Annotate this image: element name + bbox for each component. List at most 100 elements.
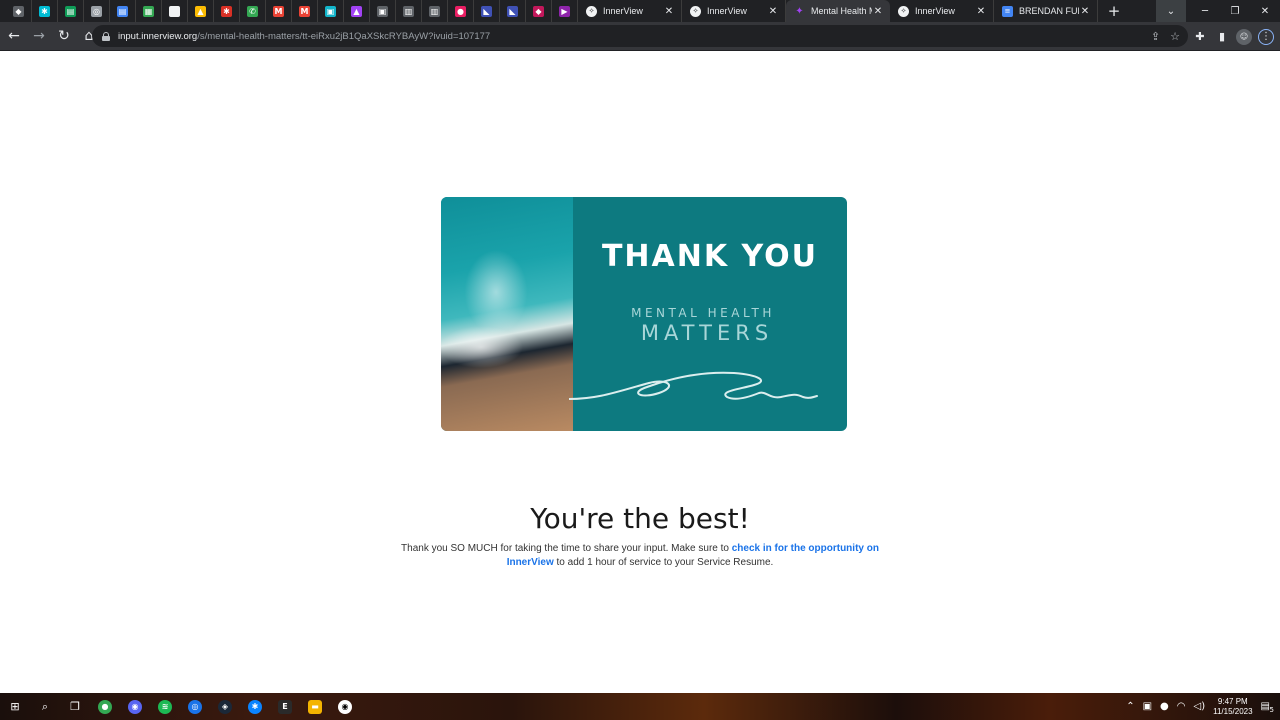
pinned-tab[interactable] xyxy=(162,0,188,22)
pinned-tab[interactable]: ▤ xyxy=(110,0,136,22)
bird-icon: ◣ xyxy=(507,5,518,17)
pinned-tab[interactable]: ◎ xyxy=(84,0,110,22)
tab-title: Mental Health M xyxy=(811,6,872,16)
gmail-icon: M xyxy=(299,5,310,17)
docs-icon: ▤ xyxy=(117,5,128,17)
volume-icon[interactable]: ◁) xyxy=(1194,701,1206,712)
tab-innerview[interactable]: ✧ InnerView ✕ xyxy=(890,0,994,22)
tab-close-icon[interactable]: ✕ xyxy=(872,6,884,17)
pinned-tab[interactable]: ▣ xyxy=(318,0,344,22)
pinned-tab[interactable]: ✆ xyxy=(240,0,266,22)
profile-avatar[interactable]: ☺ xyxy=(1236,28,1252,45)
tray-chevron-up-icon[interactable]: ⌃ xyxy=(1126,701,1134,712)
pinned-tab[interactable]: ▤ xyxy=(58,0,84,22)
tab-title: InnerView xyxy=(707,6,747,16)
side-panel-icon[interactable]: ▮ xyxy=(1214,29,1230,45)
thank-you-card-image: THANK YOU MENTAL HEALTH MATTERS xyxy=(441,197,847,431)
tab-search-icon[interactable]: ⌄ xyxy=(1156,0,1186,22)
card-subtitle-line2: MATTERS xyxy=(640,321,774,345)
notification-count: 5 xyxy=(1269,706,1274,714)
pinned-tab[interactable]: ▣ xyxy=(370,0,396,22)
innerview-icon: ✧ xyxy=(690,5,701,17)
innerview-icon: ✧ xyxy=(898,5,909,17)
spotify-taskbar-icon[interactable]: ≋ xyxy=(150,693,180,720)
pinned-tab[interactable]: ▦ xyxy=(136,0,162,22)
address-bar[interactable]: input.innerview.org/s/mental-health-matt… xyxy=(92,25,1188,47)
windows-start-icon[interactable]: ⊞ xyxy=(0,693,30,720)
browser-tab-strip: ◆ ✱ ▤ ◎ ▤ ▦ ▲ ✱ ✆ M M ▣ ▲ ▣ ▥ ▥ ● ◣ ◣ ◆ ▶ ✧ InnerView ✕ ✧ InnerV… xyxy=(0,0,1280,22)
discord-taskbar-icon[interactable]: ◉ xyxy=(120,693,150,720)
close-window-icon[interactable]: ✕ xyxy=(1250,0,1280,22)
bluetooth-app-taskbar-icon[interactable]: ✱ xyxy=(240,693,270,720)
library-icon: ▥ xyxy=(403,5,414,17)
chrome-settings-icon: ◎ xyxy=(91,5,102,17)
forward-arrow-icon[interactable]: → xyxy=(28,25,50,47)
microphone-icon[interactable]: ● xyxy=(1160,701,1169,712)
file-explorer-taskbar-icon[interactable]: ▬ xyxy=(300,693,330,720)
kebab-menu-icon[interactable]: ⋮ xyxy=(1258,28,1274,45)
bookmark-star-icon[interactable]: ☆ xyxy=(1170,30,1180,43)
notification-icon[interactable]: ▤ 5 xyxy=(1261,701,1274,714)
share-icon[interactable]: ⇪ xyxy=(1151,30,1160,43)
network-icon: ✱ xyxy=(39,5,50,17)
pinned-tab[interactable]: ◆ xyxy=(526,0,552,22)
tab-close-icon[interactable]: ✕ xyxy=(663,6,675,17)
url-host: input.innerview.org xyxy=(118,30,198,42)
task-view-icon[interactable]: ❐ xyxy=(60,693,90,720)
classroom-icon: ▣ xyxy=(325,5,336,17)
pinned-tab[interactable]: ▲ xyxy=(188,0,214,22)
tab-close-icon[interactable]: ✕ xyxy=(975,6,987,17)
obs-taskbar-icon[interactable]: ◉ xyxy=(330,693,360,720)
pinned-tab[interactable]: ✱ xyxy=(214,0,240,22)
drive-icon: ▲ xyxy=(195,5,206,17)
epic-games-taskbar-icon[interactable]: E xyxy=(270,693,300,720)
tab-close-icon[interactable]: ✕ xyxy=(767,6,779,17)
pinned-tab[interactable]: ▥ xyxy=(422,0,448,22)
tab-list: ✧ InnerView ✕ ✧ InnerView ✕ ✦ Mental Health M ✕ ✧… xyxy=(578,0,1098,22)
pinned-tab[interactable]: ▶ xyxy=(552,0,578,22)
ocean-beach-photo xyxy=(441,197,573,431)
tab-innerview[interactable]: ✧ InnerView ✕ xyxy=(578,0,682,22)
tab-brendan-furu[interactable]: ≡ BRENDAN FURU✕ xyxy=(994,0,1098,22)
chrome-taskbar-icon[interactable]: ● xyxy=(90,693,120,720)
message-text-after: to add 1 hour of service to your Service… xyxy=(553,556,774,568)
taskbar-clock[interactable]: 9:47 PM 11/15/2023 xyxy=(1213,697,1252,717)
reload-icon[interactable]: ↻ xyxy=(53,25,75,47)
blank-page-icon xyxy=(169,5,180,17)
app-taskbar-icon[interactable]: ◎ xyxy=(180,693,210,720)
pinned-tab[interactable]: ● xyxy=(448,0,474,22)
innerview-icon: ✧ xyxy=(586,5,597,17)
clock-date: 11/15/2023 xyxy=(1213,706,1253,716)
pink-app-icon: ● xyxy=(455,5,466,17)
new-tab-button[interactable]: + xyxy=(1102,0,1126,22)
url-path: /s/mental-health-matters/tt-eiRxu2jB1QaX… xyxy=(197,30,491,42)
search-icon[interactable]: ⌕ xyxy=(30,693,60,720)
tab-mental-health-m[interactable]: ✦ Mental Health M ✕ xyxy=(786,0,890,22)
extensions-puzzle-icon[interactable]: ✚ xyxy=(1192,29,1208,45)
clock-time: 9:47 PM xyxy=(1217,696,1248,706)
minimize-icon[interactable]: ─ xyxy=(1190,0,1220,22)
tray-app-icon[interactable]: ▣ xyxy=(1143,701,1152,712)
calculator-icon: ▦ xyxy=(143,5,154,17)
pinned-tab[interactable]: ◣ xyxy=(474,0,500,22)
back-arrow-icon[interactable]: ← xyxy=(3,25,25,47)
thank-you-message: Thank you SO MUCH for taking the time to… xyxy=(385,542,895,569)
image-icon: ▣ xyxy=(377,5,388,17)
pinned-tab[interactable]: M xyxy=(292,0,318,22)
steam-taskbar-icon[interactable]: ◈ xyxy=(210,693,240,720)
pinned-tab[interactable]: ◆ xyxy=(6,0,32,22)
red-app-icon: ✱ xyxy=(221,5,232,17)
puzzle-extension-icon: ◆ xyxy=(13,5,24,17)
restore-icon[interactable]: ❐ xyxy=(1220,0,1250,22)
innerview-purple-icon: ✦ xyxy=(795,5,804,17)
wifi-icon[interactable]: ◠ xyxy=(1177,701,1186,712)
tab-close-icon[interactable]: ✕ xyxy=(1079,6,1091,17)
lock-icon[interactable] xyxy=(102,31,110,41)
pinned-tab[interactable]: ◣ xyxy=(500,0,526,22)
pinned-tab[interactable]: M xyxy=(266,0,292,22)
pinned-tab[interactable]: ✱ xyxy=(32,0,58,22)
pinned-tab[interactable]: ▲ xyxy=(344,0,370,22)
tab-innerview[interactable]: ✧ InnerView ✕ xyxy=(682,0,786,22)
docs-icon: ≡ xyxy=(1002,5,1013,17)
pinned-tab[interactable]: ▥ xyxy=(396,0,422,22)
